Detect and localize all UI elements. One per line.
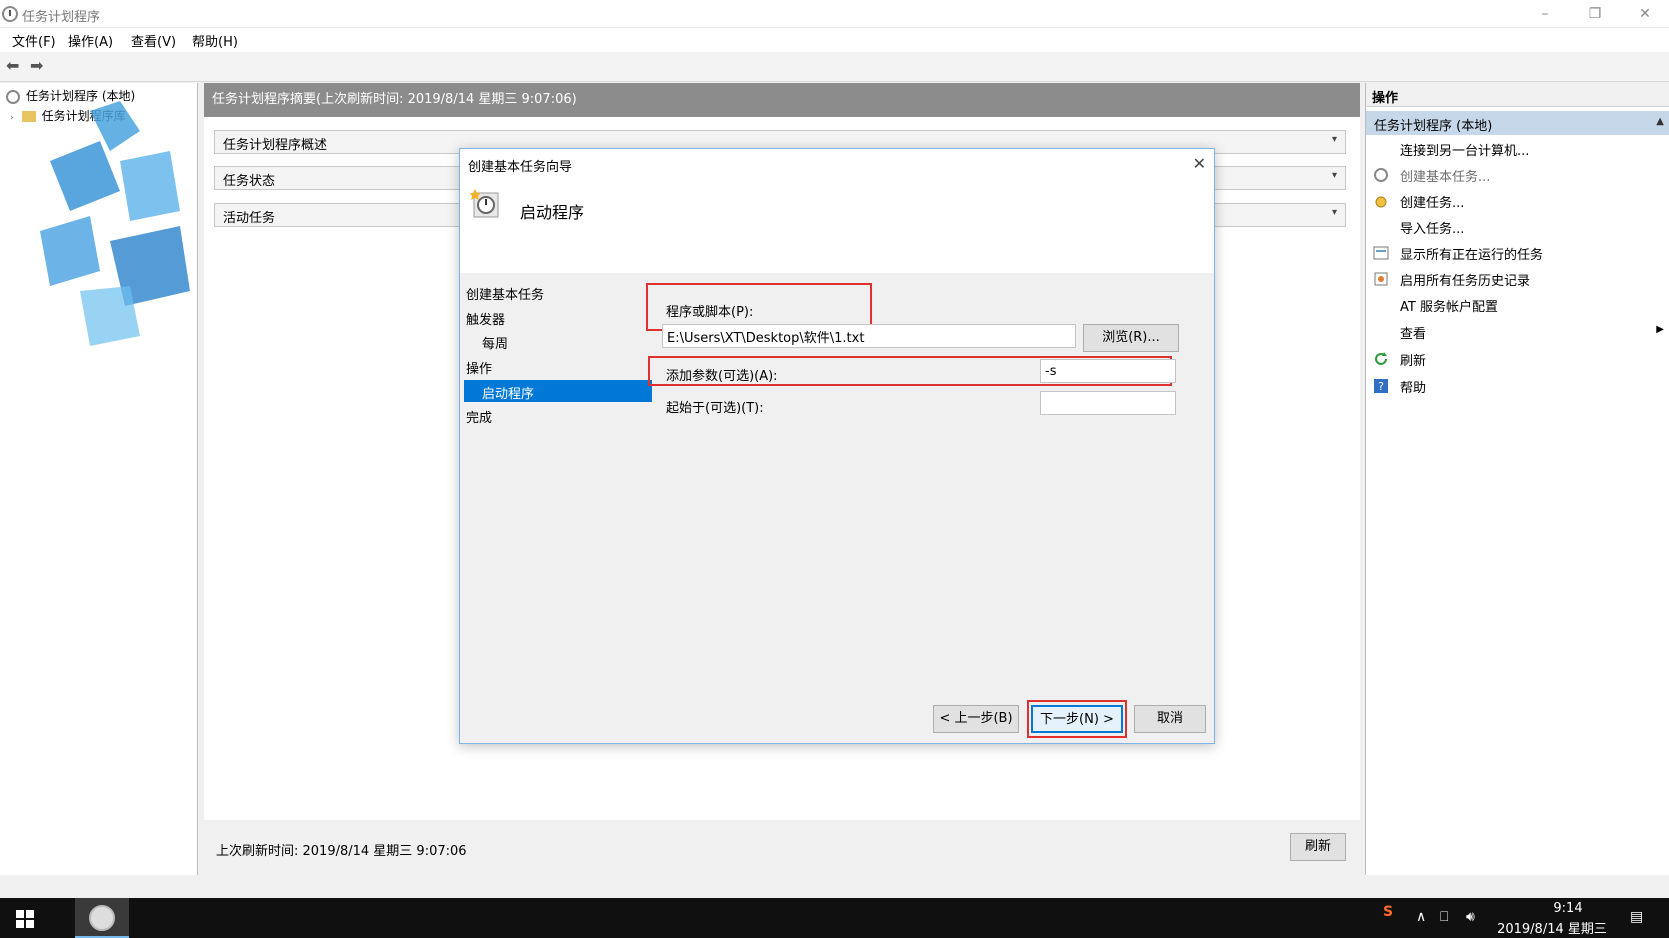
cancel-button[interactable]: 取消	[1134, 705, 1206, 733]
step-create-basic-task: 创建基本任务	[466, 288, 545, 303]
history-icon	[1374, 272, 1388, 286]
collapse-arrow-icon[interactable]: ▲	[1656, 116, 1664, 127]
tray-chevron-up-icon[interactable]: ∧	[1416, 909, 1426, 925]
forward-arrow-icon[interactable]: ➡	[30, 58, 48, 74]
action-enable-history-label: 启用所有任务历史记录	[1400, 274, 1531, 289]
action-view-label: 查看	[1400, 327, 1427, 342]
program-path-input[interactable]	[662, 324, 1076, 348]
arguments-input[interactable]	[1040, 359, 1176, 383]
step-action: 操作	[466, 362, 493, 377]
task-scheduler-icon	[2, 6, 18, 22]
actions-panel: 操作 任务计划程序 (本地) ▲ 连接到另一台计算机... 创建基本任务... 创…	[1365, 83, 1669, 875]
clock-icon	[6, 89, 20, 104]
start-in-label: 起始于(可选)(T):	[666, 401, 764, 416]
actions-header: 操作	[1366, 83, 1669, 107]
dialog-step-title: 启动程序	[520, 203, 585, 222]
dialog-title: 创建基本任务向导	[460, 149, 1214, 177]
submenu-arrow-icon: ▶	[1656, 324, 1664, 335]
create-basic-task-icon	[1374, 168, 1388, 182]
decorative-overlay-graphic	[40, 101, 190, 346]
action-help[interactable]: ? 帮助	[1366, 374, 1669, 398]
menu-help[interactable]: 帮助(H)	[192, 31, 238, 50]
action-create-task[interactable]: 创建任务...	[1366, 189, 1669, 213]
step-finish: 完成	[466, 411, 493, 426]
wizard-steps: 创建基本任务 触发器 每周 操作 启动程序 完成	[460, 273, 656, 693]
create-task-icon	[1375, 196, 1387, 208]
arguments-label: 添加参数(可选)(A):	[666, 369, 778, 384]
summary-header: 任务计划程序摘要(上次刷新时间: 2019/8/14 星期三 9:07:06)	[204, 83, 1360, 117]
window-titlebar: 任务计划程序 – ❐ ✕	[0, 0, 1669, 28]
actions-section-local[interactable]: 任务计划程序 (本地) ▲	[1366, 111, 1669, 135]
close-window-button[interactable]: ✕	[1630, 4, 1660, 24]
taskbar: S ∧ ⎕ 🔊︎ 9:14 2019/8/14 星期三 ▤	[0, 898, 1669, 938]
action-at-config-label: AT 服务帐户配置	[1400, 300, 1498, 315]
step-start-program: 启动程序	[464, 380, 652, 402]
navigation-tree: 任务计划程序 (本地) › 任务计划程序库	[0, 83, 198, 875]
help-icon: ?	[1374, 379, 1388, 393]
last-refresh-label: 上次刷新时间: 2019/8/14 星期三 9:07:06	[216, 844, 467, 859]
start-in-input[interactable]	[1040, 391, 1176, 415]
action-import-task[interactable]: 导入任务...	[1366, 215, 1669, 239]
restore-button[interactable]: ❐	[1580, 4, 1610, 24]
section-overview-label: 任务计划程序概述	[223, 138, 328, 153]
minimize-button[interactable]: –	[1530, 4, 1560, 24]
action-refresh[interactable]: 刷新	[1366, 347, 1669, 371]
clock-app-icon	[89, 905, 115, 931]
browse-button[interactable]: 浏览(R)...	[1083, 324, 1179, 352]
action-connect-computer[interactable]: 连接到另一台计算机...	[1366, 137, 1669, 161]
next-button[interactable]: 下一步(N) >	[1031, 705, 1123, 733]
menu-bar: 文件(F) 操作(A) 查看(V) 帮助(H)	[0, 28, 1669, 52]
chevron-down-icon: ▾	[1331, 170, 1337, 181]
svg-text:?: ?	[1378, 380, 1384, 393]
actions-section-label: 任务计划程序 (本地)	[1374, 119, 1493, 134]
network-icon[interactable]: ⎕	[1440, 909, 1448, 925]
start-program-form: 程序或脚本(P): 浏览(R)... 添加参数(可选)(A): 起始于(可选)(…	[646, 273, 1214, 693]
step-trigger: 触发器	[466, 313, 506, 328]
section-task-status-label: 任务状态	[223, 174, 276, 189]
taskbar-task-scheduler-button[interactable]	[75, 898, 129, 938]
create-basic-task-dialog: 创建基本任务向导 ✕ 启动程序 创建基本任务 触发器 每周 操作 启动程序 完成…	[459, 148, 1215, 744]
action-connect-label: 连接到另一台计算机...	[1400, 144, 1530, 159]
toolbar: ⬅ ➡	[0, 52, 1669, 82]
menu-file[interactable]: 文件(F)	[12, 31, 56, 50]
program-label: 程序或脚本(P):	[666, 305, 754, 320]
action-view-submenu[interactable]: 查看 ▶	[1366, 320, 1669, 344]
window-title: 任务计划程序	[22, 10, 101, 25]
volume-icon[interactable]: 🔊︎	[1466, 909, 1475, 925]
action-create-task-label: 创建任务...	[1400, 196, 1465, 211]
refresh-icon	[1375, 352, 1387, 365]
action-at-service-config[interactable]: AT 服务帐户配置	[1366, 293, 1669, 317]
menu-action[interactable]: 操作(A)	[68, 31, 113, 50]
action-create-basic-label: 创建基本任务...	[1400, 170, 1491, 185]
chevron-down-icon: ▾	[1331, 134, 1337, 145]
back-button[interactable]: < 上一步(B)	[933, 705, 1019, 733]
expand-chevron-icon[interactable]: ›	[10, 113, 14, 123]
chevron-down-icon: ▾	[1331, 207, 1337, 218]
refresh-button[interactable]: 刷新	[1290, 833, 1346, 861]
action-create-basic-task[interactable]: 创建基本任务...	[1366, 163, 1669, 187]
action-refresh-label: 刷新	[1400, 354, 1427, 369]
action-enable-history[interactable]: 启用所有任务历史记录	[1366, 267, 1669, 291]
back-arrow-icon[interactable]: ⬅	[6, 58, 24, 74]
action-show-running[interactable]: 显示所有正在运行的任务	[1366, 241, 1669, 265]
section-active-tasks-label: 活动任务	[223, 211, 276, 226]
dialog-header: 启动程序	[460, 177, 1214, 273]
ime-s-icon[interactable]: S	[1383, 904, 1393, 920]
running-tasks-icon	[1373, 246, 1389, 260]
action-help-label: 帮助	[1400, 381, 1427, 396]
action-show-running-label: 显示所有正在运行的任务	[1400, 248, 1544, 263]
taskbar-time[interactable]: 9:14	[1538, 901, 1598, 916]
taskbar-date[interactable]: 2019/8/14 星期三	[1492, 918, 1612, 937]
menu-view[interactable]: 查看(V)	[131, 31, 176, 50]
notification-center-icon[interactable]: ▤	[1630, 909, 1643, 925]
start-program-clock-icon	[470, 189, 499, 218]
step-weekly: 每周	[482, 337, 509, 352]
windows-start-icon[interactable]	[16, 910, 34, 928]
summary-footer: 上次刷新时间: 2019/8/14 星期三 9:07:06 刷新	[204, 820, 1360, 875]
action-import-label: 导入任务...	[1400, 222, 1465, 237]
dialog-close-icon[interactable]: ✕	[1193, 154, 1206, 173]
